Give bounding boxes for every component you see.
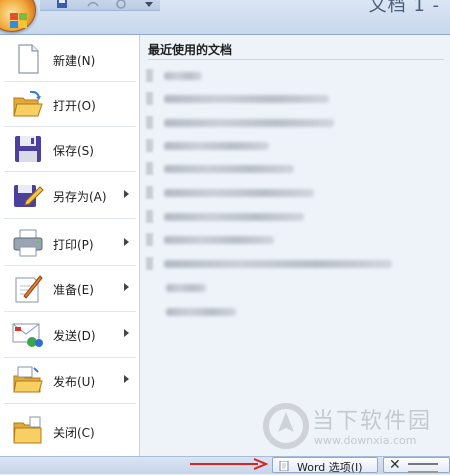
blurred-filename [164, 165, 294, 173]
menu-item-print[interactable]: 打印(P) [0, 221, 139, 265]
recent-document-item[interactable] [146, 90, 436, 108]
recent-document-item[interactable] [146, 231, 436, 249]
menu-item-label: 打开(O) [53, 99, 96, 113]
menu-divider [4, 403, 136, 404]
save-disk-icon [15, 136, 41, 162]
submenu-arrow-icon [124, 190, 129, 198]
submenu-arrow-icon [124, 375, 129, 383]
redo-icon[interactable] [114, 0, 128, 10]
save-as-icon [14, 185, 44, 207]
prepare-icon [15, 275, 43, 303]
blurred-filename [164, 213, 304, 221]
exit-word-button[interactable]: ✕ [383, 457, 450, 473]
recent-documents-title: 最近使用的文档 [148, 43, 233, 57]
blurred-filename [166, 284, 206, 292]
recent-document-item[interactable] [146, 279, 436, 297]
recent-pin-icon[interactable] [146, 257, 153, 270]
watermark-logo-icon [263, 403, 309, 449]
close-icon: ✕ [389, 457, 401, 473]
menu-item-prepare[interactable]: 准备(E) [0, 266, 139, 310]
menu-item-save[interactable]: 保存(S) [0, 127, 139, 171]
printer-icon [13, 229, 43, 257]
blurred-filename [164, 95, 329, 103]
recent-pin-icon[interactable] [146, 139, 153, 152]
blurred-filename [166, 308, 236, 316]
recent-pin-icon[interactable] [146, 233, 153, 246]
options-document-icon [279, 461, 289, 471]
word-options-button[interactable]: Word 选项(I) [272, 457, 378, 474]
menu-divider [4, 218, 136, 219]
menu-item-publish[interactable]: 发布(U) [0, 358, 139, 402]
submenu-arrow-icon [124, 329, 129, 337]
recent-document-item[interactable] [146, 114, 436, 132]
menu-item-new[interactable]: 新建(N) [0, 37, 139, 81]
recent-pin-icon[interactable] [146, 210, 153, 223]
office-logo-icon [10, 13, 27, 28]
undo-icon[interactable] [86, 0, 100, 10]
red-arrow-annotation [190, 458, 268, 470]
recent-pin-icon[interactable] [146, 116, 153, 129]
office-menu: 新建(N) 打开(O) 保存(S) 另存为(A) 打印(P) 准备(E) 发送(… [0, 34, 450, 457]
menu-item-label: 新建(N) [53, 54, 96, 68]
publish-icon [13, 366, 43, 393]
recent-pin-icon[interactable] [146, 162, 153, 175]
exit-label-lines [408, 463, 438, 473]
quick-access-toolbar [40, 0, 160, 11]
blurred-filename [164, 72, 202, 80]
watermark: 当下软件园 www.downxia.com [262, 402, 450, 454]
menu-item-label: 发送(D) [53, 329, 96, 343]
recent-document-item[interactable] [146, 208, 436, 226]
menu-item-label: 保存(S) [53, 144, 94, 158]
blurred-filename [164, 189, 314, 197]
recent-document-item[interactable] [146, 160, 436, 178]
menu-item-label: 准备(E) [53, 283, 94, 297]
blurred-filename [164, 119, 334, 127]
recent-documents-panel: 最近使用的文档 [140, 35, 450, 457]
recent-document-item[interactable] [146, 67, 436, 85]
menu-item-send[interactable]: 发送(D) [0, 312, 139, 356]
recent-document-item[interactable] [146, 137, 436, 155]
send-icon [12, 323, 43, 347]
customize-toolbar-icon[interactable] [142, 0, 156, 10]
recent-pin-icon[interactable] [146, 92, 153, 105]
blurred-filename [164, 260, 392, 268]
blurred-filename [164, 142, 269, 150]
recent-document-item[interactable] [146, 303, 436, 321]
menu-item-close[interactable]: 关闭(C) [0, 409, 139, 453]
recent-pin-icon[interactable] [146, 69, 153, 82]
recent-document-item[interactable] [146, 184, 436, 202]
blurred-filename [164, 236, 274, 244]
menu-commands: 新建(N) 打开(O) 保存(S) 另存为(A) 打印(P) 准备(E) 发送(… [0, 35, 140, 457]
save-quick-icon[interactable] [56, 0, 70, 10]
menu-item-label: 另存为(A) [53, 190, 107, 204]
menu-divider [4, 171, 136, 172]
watermark-title: 当下软件园 [312, 409, 433, 434]
open-folder-icon [13, 90, 43, 117]
menu-item-label: 打印(P) [53, 238, 94, 252]
submenu-arrow-icon [124, 283, 129, 291]
recent-document-item[interactable] [146, 255, 436, 273]
close-folder-icon [13, 416, 42, 444]
recent-pin-icon[interactable] [146, 186, 153, 199]
document-title: 文档 1 - [368, 0, 440, 16]
menu-item-open[interactable]: 打开(O) [0, 82, 139, 126]
recent-divider [148, 59, 444, 60]
menu-item-label: 发布(U) [53, 375, 96, 389]
submenu-arrow-icon [124, 238, 129, 246]
title-bar: 文档 1 - [0, 0, 450, 34]
watermark-url: www.downxia.com [314, 434, 417, 447]
new-document-icon [18, 44, 39, 74]
menu-item-save-as[interactable]: 另存为(A) [0, 173, 139, 217]
menu-item-label: 关闭(C) [53, 426, 95, 440]
